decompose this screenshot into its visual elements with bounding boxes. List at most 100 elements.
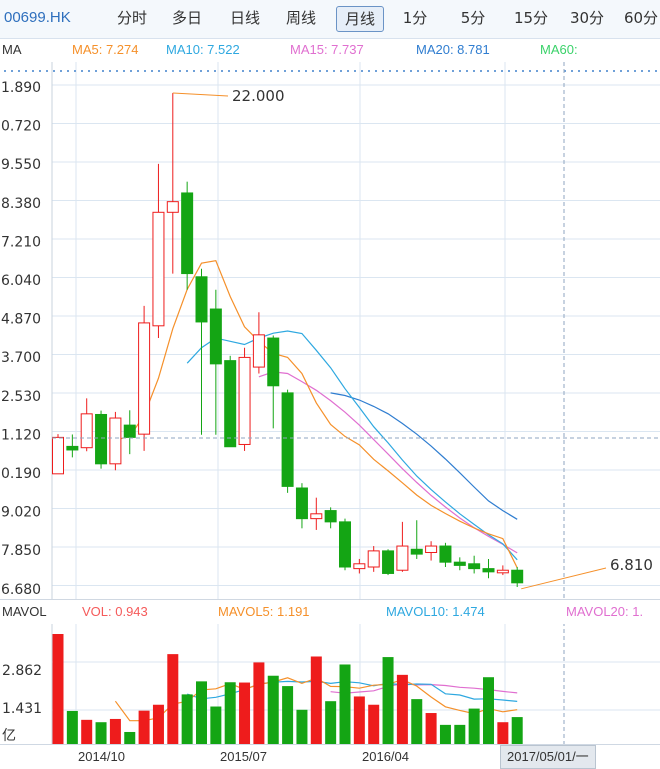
price-tick-label: 9.020 xyxy=(1,505,41,521)
candle-body xyxy=(195,276,208,323)
volume-bar xyxy=(339,664,351,744)
ma-legend-title[interactable]: MA xyxy=(2,38,22,62)
candle-body xyxy=(166,201,179,213)
candle-body xyxy=(382,550,395,574)
ma15-line xyxy=(258,371,518,554)
period-tab-30min[interactable]: 30分 xyxy=(566,6,608,30)
volume-bar xyxy=(483,677,494,744)
period-tab-monthly[interactable]: 月线 xyxy=(336,6,384,32)
price-tick-label: 1.120 xyxy=(1,427,41,443)
candle-body xyxy=(52,436,64,475)
volume-bar xyxy=(296,709,308,744)
high-pointer xyxy=(172,92,229,97)
date-label: 2016/04 xyxy=(362,749,409,764)
candle-body xyxy=(468,563,481,570)
ma10-value: MA10: 7.522 xyxy=(166,42,240,57)
volume-bar xyxy=(396,674,408,744)
candle-body xyxy=(396,545,409,571)
stock-symbol[interactable]: 00699.HK xyxy=(4,9,71,26)
candle-body xyxy=(324,510,337,523)
mavol10-value: MAVOL10: 1.474 xyxy=(386,604,485,619)
volume-bars xyxy=(52,634,523,744)
volume-tick-label: 2.862 xyxy=(2,663,42,679)
volume-bar xyxy=(81,719,93,744)
volume-bar xyxy=(368,704,380,744)
candle-body xyxy=(80,413,93,449)
volume-bar xyxy=(382,657,394,744)
price-tick-label: 4.870 xyxy=(1,312,41,328)
volume-bar xyxy=(239,682,251,744)
candle-body xyxy=(123,424,136,438)
volume-bar xyxy=(439,724,451,744)
mavol20-value: MAVOL20: 1. xyxy=(566,604,644,619)
volume-bar xyxy=(224,682,236,744)
ma20-value: MA20: 8.781 xyxy=(416,42,490,57)
price-tick-label: 6.040 xyxy=(1,273,41,289)
volume-bar xyxy=(210,706,222,744)
period-tab-15min[interactable]: 15分 xyxy=(510,6,552,30)
candle-body xyxy=(109,417,122,465)
volume-bar xyxy=(196,681,207,744)
volume-bar xyxy=(267,675,279,744)
price-tick-label: 7.210 xyxy=(1,234,41,250)
candle-body xyxy=(425,545,438,553)
vol-value: VOL: 0.943 xyxy=(82,604,148,619)
period-tab-5min[interactable]: 5分 xyxy=(456,6,490,30)
ma15-value: MA15: 7.737 xyxy=(290,42,364,57)
volume-bar xyxy=(454,724,466,744)
candle-body xyxy=(339,521,351,568)
volume-bar xyxy=(253,662,265,744)
period-tab-multi-day[interactable]: 多日 xyxy=(166,6,208,30)
price-tick-label: 3.700 xyxy=(1,350,41,366)
candle-body xyxy=(181,192,194,275)
price-tick-label: 1.890 xyxy=(1,80,41,96)
crosshair-date-label: 2017/05/01/一 xyxy=(500,745,596,769)
mavol-legend: MAVOL VOL: 0.943 MAVOL5: 1.191 MAVOL10: … xyxy=(0,599,660,624)
volume-bar xyxy=(325,701,337,744)
candle-body xyxy=(224,360,237,448)
last-value-label: 6.810 xyxy=(610,556,653,574)
mavol10-line xyxy=(187,680,518,702)
volume-bar xyxy=(52,634,64,744)
volume-bar xyxy=(66,710,78,744)
candle-body xyxy=(252,334,265,368)
price-tick-label: 0.720 xyxy=(1,119,41,135)
volume-tick-label: 1.431 xyxy=(2,701,42,717)
volume-tick-label: 亿 xyxy=(2,728,16,744)
volume-bar xyxy=(124,731,136,744)
volume-bar xyxy=(468,708,480,744)
volume-bar xyxy=(181,694,193,744)
volume-axis: 2.862 1.431 亿 xyxy=(2,663,42,744)
period-tab-weekly[interactable]: 周线 xyxy=(280,6,322,30)
volume-bar xyxy=(511,717,523,744)
candle-body xyxy=(453,561,466,566)
volume-bar xyxy=(282,686,294,744)
candle-body xyxy=(482,568,495,573)
candle-body xyxy=(353,563,366,570)
candle-body xyxy=(281,392,294,487)
kline-chart[interactable]: 1.890 0.720 9.550 8.380 7.210 6.040 4.870 3.700… xyxy=(0,62,660,744)
ma60-value: MA60: xyxy=(540,42,578,57)
candle-body xyxy=(410,548,423,555)
mavol5-value: MAVOL5: 1.191 xyxy=(218,604,310,619)
period-tab-60min[interactable]: 60分 xyxy=(622,6,660,30)
volume-bar xyxy=(411,699,423,744)
price-tick-label: 9.550 xyxy=(1,157,41,173)
date-label: 2014/10 xyxy=(78,749,125,764)
price-tick-label: 0.190 xyxy=(1,466,41,482)
volume-bar xyxy=(109,718,121,744)
candle-body xyxy=(439,545,452,563)
candle-body xyxy=(95,413,108,465)
candle-body xyxy=(267,337,280,387)
mavol-legend-title[interactable]: MAVOL xyxy=(2,600,47,624)
volume-bar xyxy=(138,710,150,744)
price-tick-label: 6.680 xyxy=(1,582,41,598)
volume-bar xyxy=(95,722,107,744)
period-tab-daily[interactable]: 日线 xyxy=(224,6,266,30)
period-tab-intraday[interactable]: 分时 xyxy=(112,6,152,30)
price-tick-label: 2.530 xyxy=(1,389,41,405)
period-tab-1min[interactable]: 1分 xyxy=(398,6,432,30)
high-value-label: 22.000 xyxy=(232,87,285,105)
candle-body xyxy=(310,513,323,520)
volume-bar xyxy=(152,704,164,744)
